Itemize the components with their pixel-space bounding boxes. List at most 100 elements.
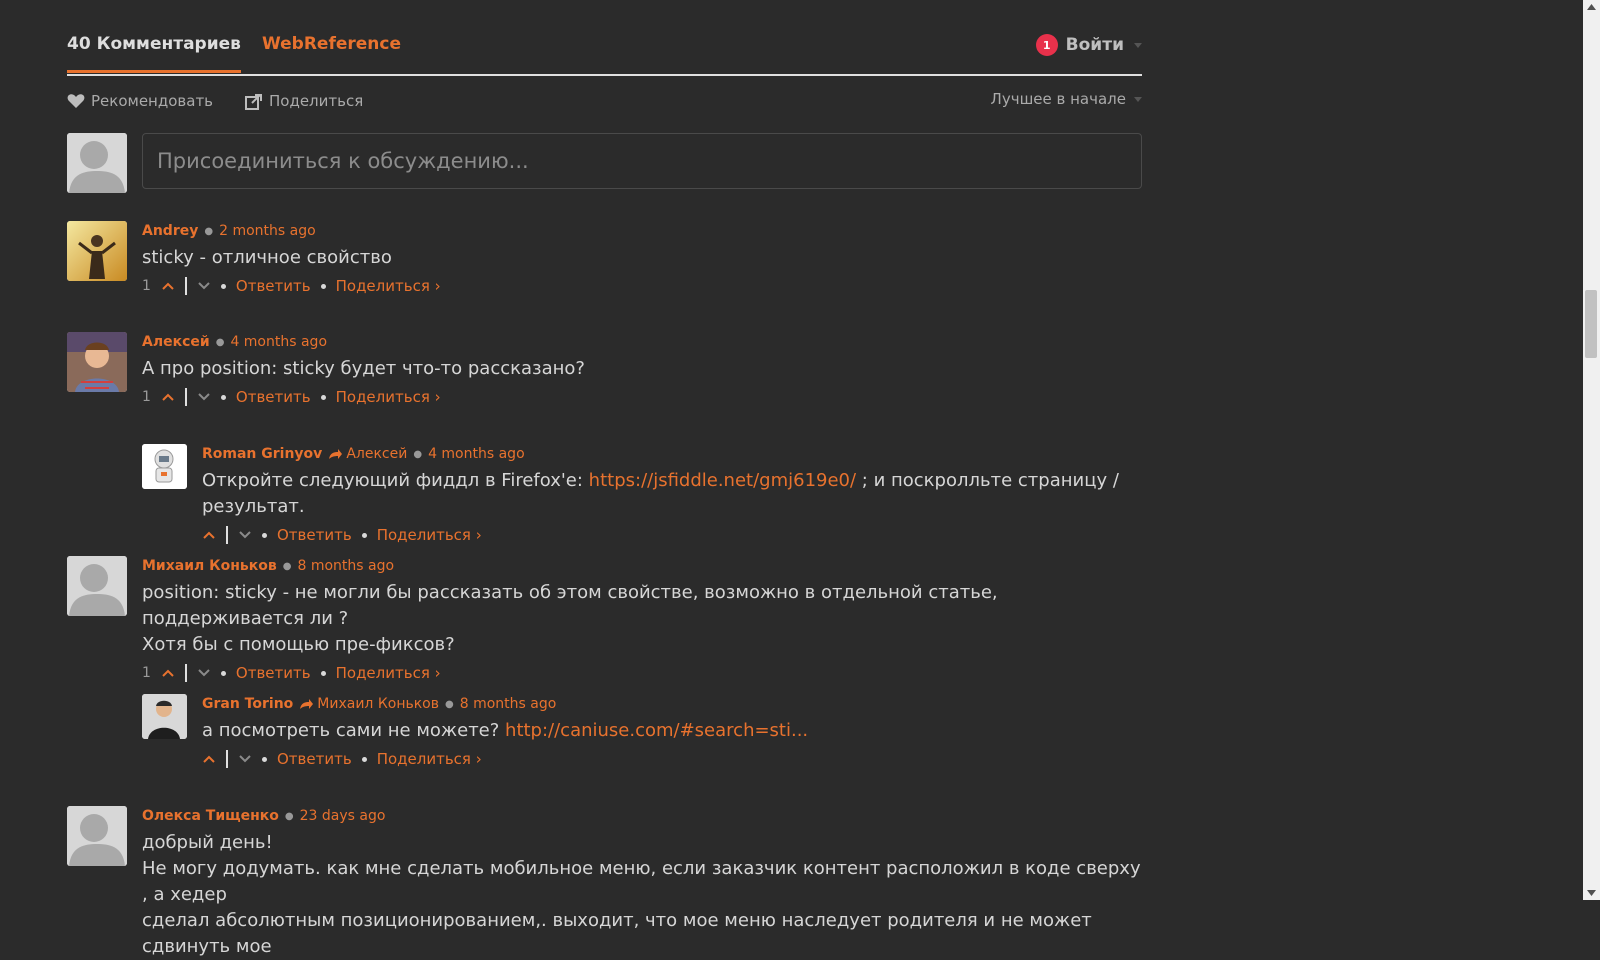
downvote-icon[interactable] [238, 530, 252, 540]
reply-to[interactable]: Алексей [328, 446, 407, 462]
reply-to-name: Алексей [346, 446, 408, 462]
separator-dot [320, 670, 326, 676]
comment-author[interactable]: Roman Grinyov [202, 446, 322, 462]
comment-footer: 1 Ответить Поделиться › [142, 662, 1142, 684]
vote-count: 1 [142, 278, 151, 294]
login-label[interactable]: Войти [1066, 35, 1124, 55]
share-icon [245, 93, 262, 110]
chevron-up-icon [1587, 4, 1596, 10]
vote-divider [184, 277, 187, 295]
separator-dot: ● [445, 698, 454, 710]
downvote-icon[interactable] [238, 754, 252, 764]
vote-divider [184, 388, 187, 406]
comment-link[interactable]: https://jsfiddle.net/gmj619e0/ [589, 470, 856, 491]
avatar[interactable] [142, 444, 187, 489]
comment-time[interactable]: 2 months ago [219, 223, 316, 239]
comment-body: Gran Torino Михаил Коньков ● 8 months ag… [202, 694, 1142, 770]
share-link[interactable]: Поделиться › [336, 664, 441, 682]
share-link[interactable]: Поделиться › [336, 388, 441, 406]
comment-author[interactable]: Алексей [142, 334, 210, 350]
default-avatar-icon [67, 556, 127, 616]
tab-comment-count[interactable]: 40 Комментариев [67, 34, 241, 73]
comment-header: Олекса Тищенко ● 23 days ago [142, 806, 1142, 826]
separator-dot: ● [413, 448, 423, 460]
downvote-icon[interactable] [197, 668, 211, 678]
scrollbar-thumb[interactable] [1585, 290, 1597, 358]
reply-to[interactable]: Михаил Коньков [299, 696, 439, 712]
comment-header: Михаил Коньков ● 8 months ago [142, 556, 1142, 576]
comment-author[interactable]: Gran Torino [202, 696, 293, 712]
vote-count: 1 [142, 389, 151, 405]
comment-time[interactable]: 4 months ago [428, 446, 525, 462]
scroll-up-button[interactable] [1583, 0, 1600, 14]
comment-author[interactable]: Олекса Тищенко [142, 808, 279, 824]
chevron-down-icon [1134, 96, 1142, 102]
share-button[interactable]: Поделиться [245, 92, 363, 110]
comment-author[interactable]: Михаил Коньков [142, 558, 277, 574]
action-bar: Рекомендовать Поделиться Лучшее в начале [67, 76, 1142, 126]
avatar[interactable] [67, 556, 127, 616]
reply-link[interactable]: Ответить [277, 750, 352, 768]
tab-site[interactable]: WebReference [262, 34, 401, 54]
comment-text-part: Откройте следующий фиддл в Firefox'е: [202, 470, 589, 491]
chevron-down-icon [1587, 890, 1596, 896]
recommend-label: Рекомендовать [91, 92, 214, 110]
recommend-button[interactable]: Рекомендовать [67, 92, 213, 110]
comment-text: добрый день! Не могу додумать. как мне с… [142, 830, 1142, 960]
downvote-icon[interactable] [197, 281, 211, 291]
comment-reply: Gran Torino Михаил Коньков ● 8 months ag… [142, 694, 1142, 768]
share-link[interactable]: Поделиться › [377, 750, 482, 768]
comment-input[interactable] [142, 133, 1142, 189]
separator-dot [320, 283, 326, 289]
reply-link[interactable]: Ответить [236, 664, 311, 682]
comment-author[interactable]: Andrey [142, 223, 198, 239]
comment-text: position: sticky - не могли бы рассказат… [142, 580, 1142, 658]
upvote-icon[interactable] [202, 530, 216, 540]
upvote-icon[interactable] [161, 281, 175, 291]
sort-dropdown[interactable]: Лучшее в начале [991, 90, 1142, 108]
share-link[interactable]: Поделиться › [377, 526, 482, 544]
comment-body: Олекса Тищенко ● 23 days ago добрый день… [142, 806, 1142, 960]
avatar[interactable] [67, 221, 127, 281]
upvote-icon[interactable] [161, 668, 175, 678]
separator-dot [320, 394, 326, 400]
vertical-scrollbar[interactable] [1583, 0, 1600, 900]
comment-header: Gran Torino Михаил Коньков ● 8 months ag… [202, 694, 1142, 714]
login-menu[interactable]: 1 Войти [1035, 34, 1142, 56]
share-label: Поделиться [269, 92, 364, 110]
comment-text-line: Хотя бы с помощью пре-фиксов? [142, 634, 455, 655]
share-link[interactable]: Поделиться › [336, 277, 441, 295]
comment-time[interactable]: 8 months ago [460, 696, 557, 712]
comment-text-part: а посмотреть сами не можете? [202, 720, 506, 741]
downvote-icon[interactable] [197, 392, 211, 402]
comment-body: Andrey ● 2 months ago sticky - отличное … [142, 221, 1142, 297]
reply-arrow-icon [300, 699, 314, 709]
reply-to-name: Михаил Коньков [317, 696, 440, 712]
vote-count: 1 [142, 665, 151, 681]
reply-link[interactable]: Ответить [236, 388, 311, 406]
comment-time[interactable]: 4 months ago [230, 334, 327, 350]
comment-time[interactable]: 8 months ago [297, 558, 394, 574]
separator-dot [220, 670, 226, 676]
upvote-icon[interactable] [202, 754, 216, 764]
scroll-down-button[interactable] [1583, 886, 1600, 900]
avatar[interactable] [67, 806, 127, 866]
reply-link[interactable]: Ответить [277, 526, 352, 544]
user-photo-icon [142, 694, 187, 739]
vote-divider [226, 526, 228, 544]
comment: Andrey ● 2 months ago sticky - отличное … [67, 221, 1142, 295]
separator-dot [262, 756, 267, 762]
comment-time[interactable]: 23 days ago [300, 808, 386, 824]
comment-text: А про position: sticky будет что-то расс… [142, 358, 585, 379]
avatar[interactable] [142, 694, 187, 739]
comment-text: Откройте следующий фиддл в Firefox'е: ht… [202, 468, 1142, 520]
notification-badge[interactable]: 1 [1035, 34, 1058, 56]
upvote-icon[interactable] [161, 392, 175, 402]
avatar [67, 133, 127, 193]
user-photo-icon [67, 221, 127, 281]
avatar[interactable] [67, 332, 127, 392]
comment-text-line: добрый день! [142, 832, 273, 853]
comment-text: а посмотреть сами не можете? http://cani… [202, 718, 1142, 744]
reply-link[interactable]: Ответить [236, 277, 311, 295]
comment-link[interactable]: http://caniuse.com/#search=sti... [505, 720, 808, 741]
